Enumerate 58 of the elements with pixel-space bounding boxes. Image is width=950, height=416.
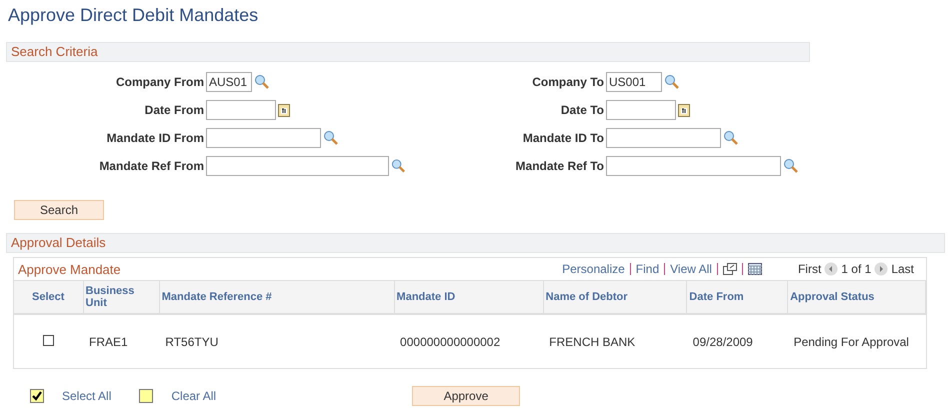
column-header: Mandate Reference #: [159, 281, 394, 314]
column-header: Date From: [686, 281, 788, 314]
date-field[interactable]: [206, 100, 276, 120]
previous-icon[interactable]: [824, 262, 838, 276]
search-icon[interactable]: [323, 130, 339, 146]
search-icon[interactable]: [783, 158, 799, 174]
grid-link[interactable]: Find: [636, 262, 660, 276]
search-icon[interactable]: [723, 130, 739, 146]
approve-button[interactable]: Approve: [412, 386, 520, 406]
input-field[interactable]: US001: [606, 72, 662, 92]
checkbox[interactable]: [139, 389, 154, 403]
field-label: Company From: [114, 74, 205, 91]
column-header: Mandate ID: [394, 281, 544, 314]
next-icon[interactable]: [874, 262, 888, 276]
input-field[interactable]: [606, 128, 721, 148]
calendar-icon[interactable]: [278, 103, 290, 117]
table-cell: RT56TYU: [165, 334, 218, 348]
column-header: Select: [14, 281, 83, 314]
search-icon[interactable]: [664, 74, 680, 90]
field-label: Mandate ID From: [106, 130, 205, 147]
column-header: Business Unit: [83, 281, 160, 314]
table-cell: Pending For Approval: [794, 334, 909, 348]
search-icon[interactable]: [391, 158, 406, 174]
search-icon[interactable]: [254, 74, 270, 90]
pager-text: Last: [891, 262, 914, 276]
new-window-icon[interactable]: [722, 263, 737, 275]
table-cell: 000000000000002: [400, 334, 500, 348]
spreadsheet-icon[interactable]: [748, 263, 762, 275]
pager-text: First: [798, 262, 822, 276]
input-field[interactable]: [606, 156, 781, 176]
checkbox-label[interactable]: Clear All: [171, 389, 216, 403]
field-label: Company To: [531, 74, 605, 91]
input-field[interactable]: [206, 128, 321, 148]
page-title: Approve Direct Debit Mandates: [8, 4, 260, 27]
field-label: Mandate Ref To: [514, 158, 605, 175]
grid-link[interactable]: Personalize: [562, 262, 625, 276]
input-field[interactable]: AUS01: [206, 72, 252, 92]
checkbox[interactable]: [30, 389, 44, 403]
checkbox-label[interactable]: Select All: [62, 389, 112, 403]
page-count: 1 of 1: [841, 262, 872, 276]
column-header: Approval Status: [788, 281, 926, 314]
calendar-icon[interactable]: [678, 103, 690, 117]
field-label: Mandate ID To: [522, 130, 605, 147]
row-checkbox[interactable]: [43, 334, 54, 346]
table-cell: FRENCH BANK: [549, 334, 636, 348]
search-button[interactable]: Search: [14, 200, 104, 220]
date-field[interactable]: [606, 100, 676, 120]
field-label: Date To: [560, 102, 605, 119]
table-cell: FRAE1: [89, 334, 128, 348]
field-label: Date From: [144, 102, 205, 119]
section-header: Search Criteria: [6, 42, 810, 62]
grid-title: Approve Mandate: [18, 262, 122, 276]
table-cell: 09/28/2009: [692, 334, 753, 348]
field-label: Mandate Ref From: [98, 158, 205, 175]
section-header: Approval Details: [6, 233, 945, 253]
input-field[interactable]: [206, 156, 390, 176]
column-header: Name of Debtor: [543, 281, 687, 314]
grid-link[interactable]: View All: [670, 262, 712, 276]
